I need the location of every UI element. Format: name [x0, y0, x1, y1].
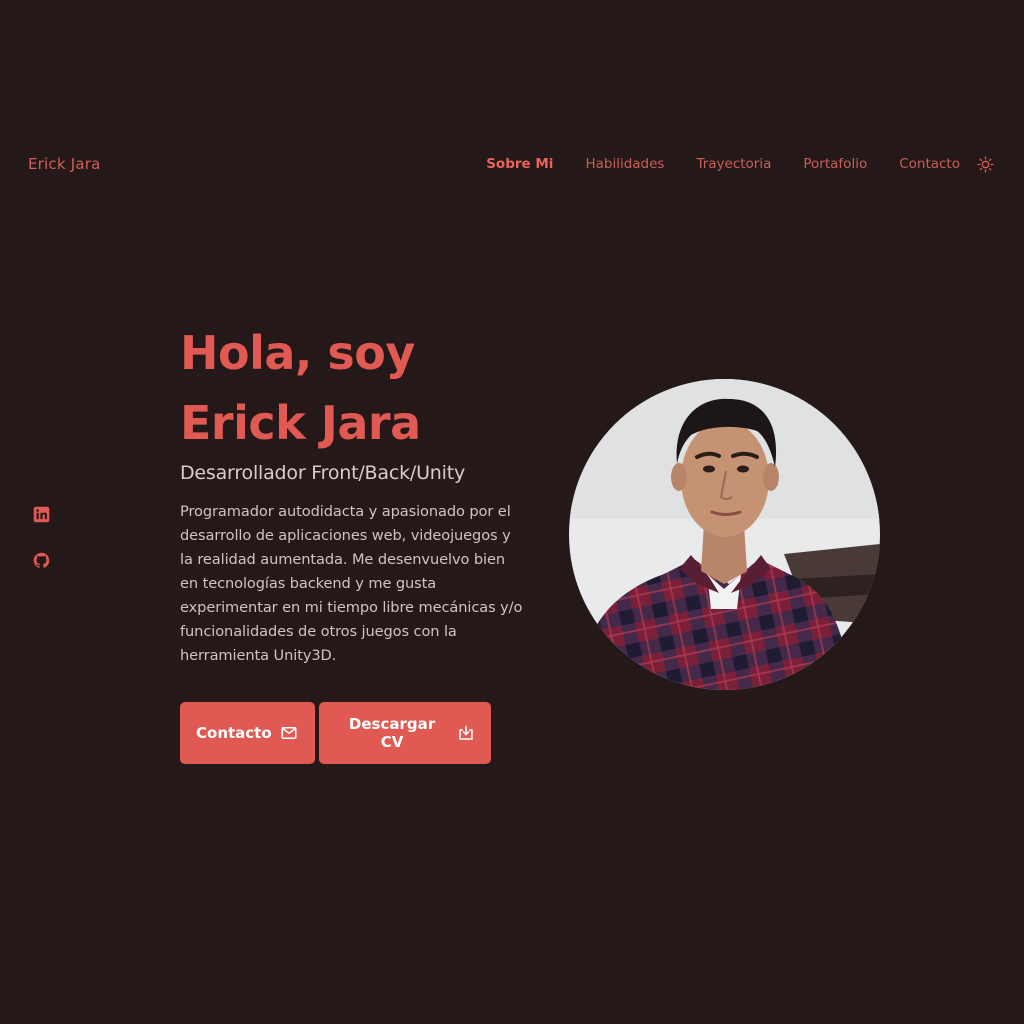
- download-cv-button[interactable]: Descargar CV: [319, 702, 491, 764]
- hero-buttons: Contacto Descargar CV: [180, 702, 530, 764]
- download-icon: [459, 725, 473, 740]
- hero-title-line2: Erick Jara: [180, 396, 421, 450]
- hero-title: Hola, soy Erick Jara: [180, 318, 530, 458]
- nav-item-portafolio[interactable]: Portafolio: [803, 156, 867, 172]
- hero-section: Hola, soy Erick Jara Desarrollador Front…: [180, 318, 530, 764]
- page: Erick Jara Sobre Mi Habilidades Trayecto…: [0, 0, 1024, 1024]
- github-icon[interactable]: [32, 551, 50, 569]
- main-nav: Sobre Mi Habilidades Trayectoria Portafo…: [454, 155, 994, 173]
- hero-description: Programador autodidacta y apasionado por…: [180, 503, 523, 664]
- nav-item-contacto[interactable]: Contacto: [899, 156, 960, 172]
- nav-item-trayectoria[interactable]: Trayectoria: [696, 156, 771, 172]
- contact-button-label: Contacto: [196, 724, 272, 742]
- contact-button[interactable]: Contacto: [180, 702, 315, 764]
- download-cv-button-label: Descargar CV: [348, 715, 436, 751]
- hero-title-line1: Hola, soy: [180, 326, 415, 380]
- linkedin-icon[interactable]: [32, 505, 50, 523]
- mail-icon: [281, 727, 297, 739]
- hero-subtitle: Desarrollador Front/Back/Unity: [180, 462, 466, 484]
- nav-item-habilidades[interactable]: Habilidades: [585, 156, 664, 172]
- social-links: [32, 505, 50, 569]
- profile-photo: [569, 379, 880, 690]
- sun-icon[interactable]: [976, 155, 994, 173]
- logo[interactable]: Erick Jara: [28, 155, 101, 173]
- profile-photo-illustration: [569, 379, 880, 690]
- nav-item-sobre-mi[interactable]: Sobre Mi: [486, 156, 553, 172]
